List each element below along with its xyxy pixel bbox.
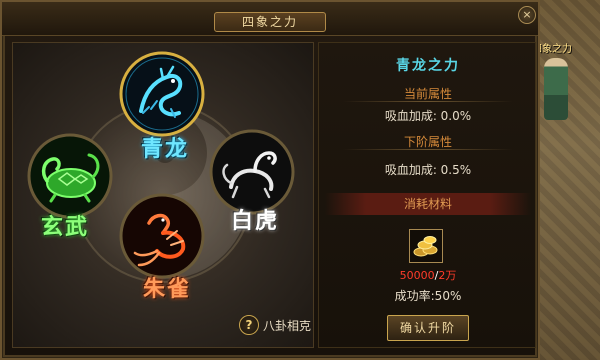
next-attribute-value: 吸血加成: 0.5% — [384, 163, 472, 177]
beast-label-azure-dragon: 青龙 — [141, 136, 190, 162]
npc-character[interactable] — [544, 58, 568, 120]
close-button[interactable]: × — [518, 6, 536, 24]
four-beasts-area: 青龙 玄武 白虎 朱雀 ? 八卦相克 — [12, 42, 314, 348]
divider — [343, 101, 513, 102]
material-need: 2万 — [438, 269, 457, 282]
help-icon[interactable]: ? — [239, 315, 259, 335]
hint-text[interactable]: 八卦相克 — [263, 317, 311, 334]
phoenix-icon — [119, 193, 205, 279]
success-rate: 成功率:50% — [394, 289, 462, 303]
selected-beast-title: 青龙之力 — [396, 58, 460, 74]
tortoise-icon — [27, 133, 113, 219]
material-have: 50000 — [399, 269, 435, 282]
consume-materials-header: 消耗材料 — [325, 193, 531, 215]
window-title: 四象之力 — [214, 12, 326, 32]
current-attribute-header: 当前属性 — [403, 87, 452, 101]
material-item-slot[interactable] — [409, 229, 443, 263]
info-panel: 青龙之力 当前属性 吸血加成: 0.0% 下阶属性 吸血加成: 0.5% 消耗材… — [318, 42, 536, 348]
beast-vermilion-bird[interactable] — [119, 193, 205, 279]
four-symbols-window: 四象之力 × 青龙 玄武 白虎 朱雀 ? 八卦相克 青龙之力 当前属性 吸血加成… — [0, 0, 540, 360]
beast-label-vermilion-bird: 朱雀 — [143, 276, 192, 302]
beast-label-black-tortoise: 玄武 — [41, 214, 90, 240]
beast-label-white-tiger: 白虎 — [231, 208, 280, 234]
confirm-upgrade-button[interactable]: 确认升阶 — [387, 315, 469, 341]
title-bar: 四象之力 × — [2, 2, 538, 36]
gold-coins-icon — [413, 236, 438, 257]
current-attribute-value: 吸血加成: 0.0% — [384, 109, 472, 123]
divider — [343, 149, 513, 150]
game-world-background: 四象之力 — [530, 0, 600, 360]
hint-area[interactable]: ? 八卦相克 — [239, 315, 311, 335]
material-count: 50000/2万 — [319, 267, 537, 283]
dragon-icon — [119, 51, 205, 137]
beast-black-tortoise[interactable] — [27, 133, 113, 219]
beast-azure-dragon[interactable] — [119, 51, 205, 137]
next-attribute-header: 下阶属性 — [403, 135, 452, 149]
